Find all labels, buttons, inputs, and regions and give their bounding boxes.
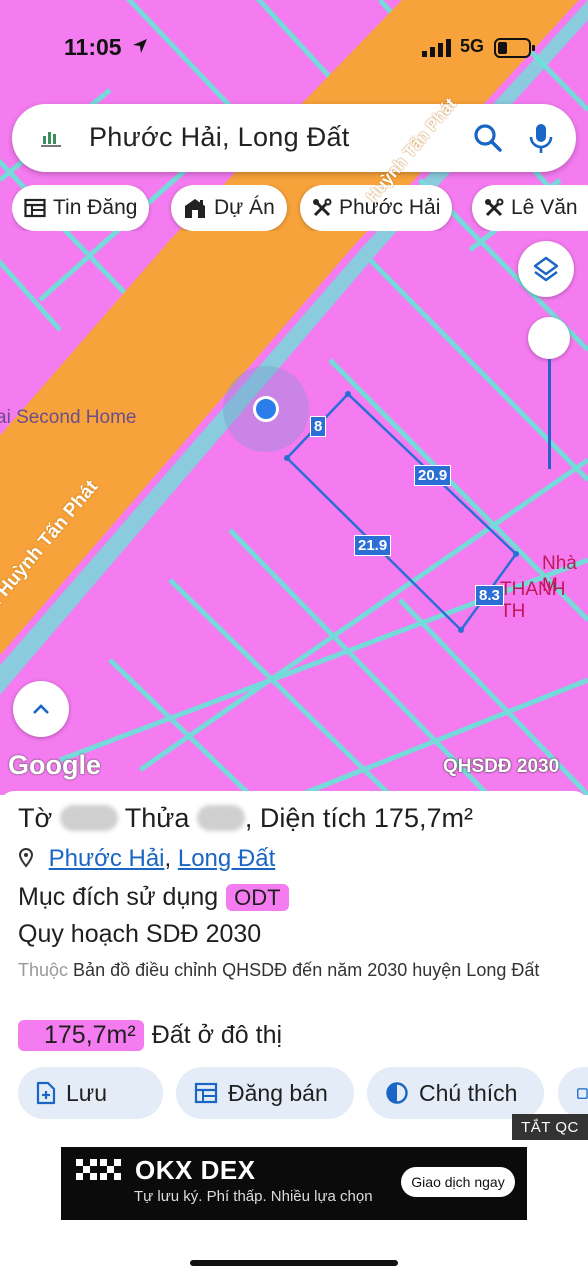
action-label: Chú thích xyxy=(419,1079,518,1106)
action-label: Lưu xyxy=(66,1079,107,1106)
layers-icon xyxy=(533,256,559,282)
okx-logo-icon xyxy=(76,1159,121,1180)
redacted-value xyxy=(59,805,118,831)
parcel-location: Phước Hải, Long Đất xyxy=(18,845,275,873)
current-location[interactable] xyxy=(223,366,309,452)
ad-banner[interactable]: OKX DEX Tự lưu ký. Phí thấp. Nhiều lựa c… xyxy=(61,1147,527,1220)
dimension-label: 8.3 xyxy=(475,585,504,606)
chip-le-van[interactable]: Lê Văn xyxy=(472,185,588,231)
app-logo-icon xyxy=(41,132,61,147)
purpose-label: Mục đích sử dụng xyxy=(18,883,219,911)
more-tools-icon xyxy=(577,1088,588,1099)
action-buttons: Lưu Đăng bán Chú thích xyxy=(18,1067,588,1119)
district-link[interactable]: Long Đất xyxy=(178,845,275,872)
expand-sheet-button[interactable] xyxy=(13,681,69,737)
listing-icon xyxy=(24,198,46,218)
opacity-slider-track[interactable] xyxy=(548,359,551,469)
chip-label: Tin Đăng xyxy=(53,196,138,219)
plan-title: Quy hoạch SDĐ 2030 xyxy=(18,920,262,948)
home-indicator[interactable] xyxy=(190,1260,398,1266)
clock: 11:05 xyxy=(64,34,122,60)
plot-label: Thửa xyxy=(124,803,190,833)
parcel-title: Tờ Thửa , Diện tích 175,7m² xyxy=(18,803,473,834)
post-sale-button[interactable]: Đăng bán xyxy=(176,1067,354,1119)
mic-icon[interactable] xyxy=(528,122,554,156)
purpose-code-badge: ODT xyxy=(226,884,289,911)
search-icon[interactable] xyxy=(473,123,503,153)
area-row: 175,7m² Đất ở đô thị xyxy=(18,1020,282,1051)
chip-du-an[interactable]: Dự Án xyxy=(171,185,287,231)
listing-icon xyxy=(194,1082,218,1104)
area-badge: 175,7m² xyxy=(18,1020,144,1051)
filter-chips: Tin Đăng Dự Án Phước Hải Lê Văn xyxy=(12,185,588,231)
search-bar[interactable]: Phước Hải, Long Đất xyxy=(12,104,576,172)
redacted-value xyxy=(196,805,245,831)
network-type: 5G xyxy=(460,36,485,56)
location-arrow-icon xyxy=(133,39,147,53)
save-button[interactable]: Lưu xyxy=(18,1067,163,1119)
ward-link[interactable]: Phước Hải xyxy=(49,845,165,872)
ad-title: OKX DEX xyxy=(135,1155,256,1185)
ad-cta-button[interactable]: Giao dịch ngay xyxy=(401,1167,515,1197)
location-separator: , xyxy=(164,845,172,872)
action-label: Đăng bán xyxy=(228,1079,328,1106)
plan-note: Thuộc Bản đồ điều chỉnh QHSDĐ đến năm 20… xyxy=(18,957,578,984)
parcel-info-sheet: Tờ Thửa , Diện tích 175,7m² Phước Hải, L… xyxy=(0,791,588,1280)
tools-icon xyxy=(485,198,504,217)
opacity-slider-handle[interactable] xyxy=(528,317,570,359)
building-icon xyxy=(185,199,205,218)
legend-button[interactable]: Chú thích xyxy=(367,1067,544,1119)
chip-label: Dự Án xyxy=(214,196,275,219)
dimension-label: 21.9 xyxy=(354,535,392,556)
battery-icon xyxy=(494,38,535,58)
layers-button[interactable] xyxy=(518,241,574,297)
tools-icon xyxy=(313,198,332,217)
area-type: Đất ở đô thị xyxy=(151,1021,283,1049)
chevron-up-icon xyxy=(33,704,49,714)
map-view[interactable]: 11:05 5G Phước Hải, Long Đất Tin Đăng Dự… xyxy=(0,0,588,795)
chip-tin-dang[interactable]: Tin Đăng xyxy=(12,185,150,231)
land-use-purpose: Mục đích sử dụng ODT xyxy=(18,883,289,912)
location-pin-icon xyxy=(18,847,34,868)
note-text: Bản đồ điều chỉnh QHSDĐ đến năm 2030 huy… xyxy=(73,960,540,980)
sheet-label: Tờ xyxy=(18,803,53,833)
place-label: ai Second Home xyxy=(0,407,137,428)
dimension-label: 8 xyxy=(310,416,327,437)
note-prefix: Thuộc xyxy=(18,960,69,980)
plan-layer-tag: QHSDĐ 2030 xyxy=(443,756,560,777)
close-ad-button[interactable]: TẮT QC xyxy=(512,1114,588,1140)
status-bar: 11:05 5G xyxy=(0,34,588,64)
chip-label: Phước Hải xyxy=(339,196,441,219)
search-input[interactable]: Phước Hải, Long Đất xyxy=(89,122,350,153)
chip-label: Lê Văn xyxy=(511,196,578,219)
poi-label-2: THANH TH xyxy=(500,579,566,622)
dimension-label: 20.9 xyxy=(414,465,452,486)
contrast-icon xyxy=(386,1082,408,1104)
google-logo: Google xyxy=(8,750,101,780)
ad-subtitle: Tự lưu ký. Phí thấp. Nhiều lựa chọn xyxy=(134,1188,373,1205)
more-action-button[interactable] xyxy=(558,1067,588,1119)
save-icon xyxy=(36,1081,56,1105)
signal-icon xyxy=(422,39,451,57)
area-text: , Diện tích 175,7m² xyxy=(244,803,473,833)
